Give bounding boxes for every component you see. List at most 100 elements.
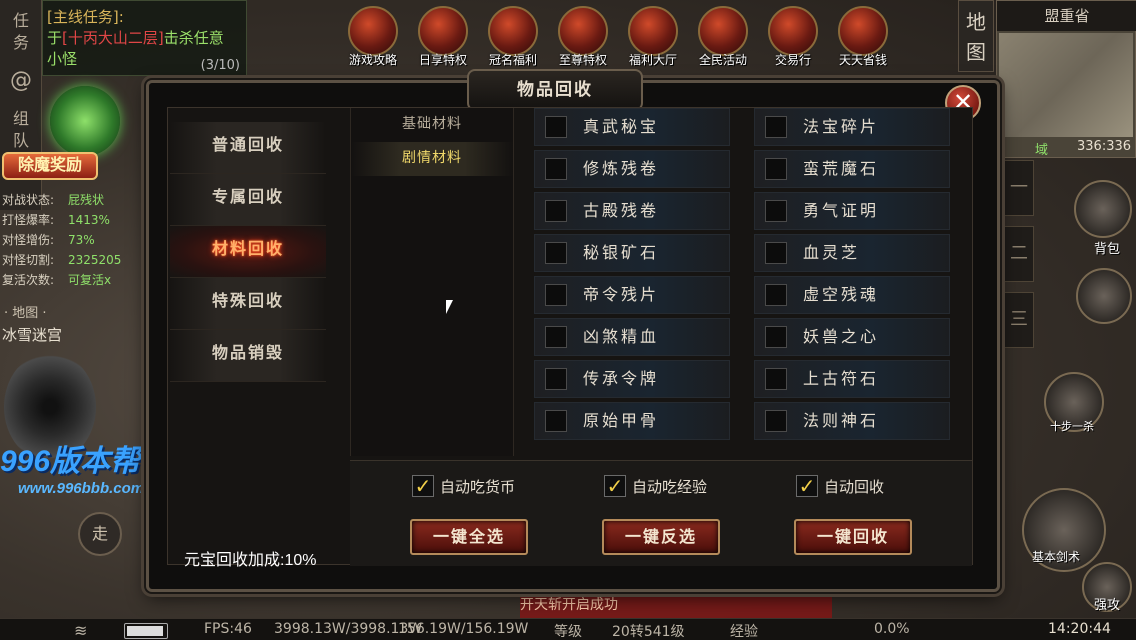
- material-checkbox[interactable]: [765, 368, 787, 390]
- checkbox-auto-currency[interactable]: ✓: [412, 475, 434, 497]
- material-checkbox[interactable]: [765, 410, 787, 432]
- material-item[interactable]: 秘银矿石: [534, 234, 730, 272]
- task-tab[interactable]: 任 务: [2, 4, 40, 60]
- chest-icon: [768, 6, 818, 56]
- reward-button[interactable]: 除魔奖励: [2, 152, 98, 180]
- material-checkbox[interactable]: [765, 158, 787, 180]
- material-checkbox[interactable]: [545, 200, 567, 222]
- side-tab-2[interactable]: 二: [1004, 226, 1034, 282]
- material-item[interactable]: 帝令残片: [534, 276, 730, 314]
- checkbox-auto-exp[interactable]: ✓: [604, 475, 626, 497]
- power-attack-label: 强攻: [1094, 598, 1121, 613]
- quest-location: [十丙大山二层]: [62, 29, 164, 47]
- material-checkbox[interactable]: [545, 284, 567, 306]
- material-sub-tabs: 基础材料 剧情材料: [350, 108, 514, 456]
- material-checkbox[interactable]: [765, 326, 787, 348]
- side-tab-3[interactable]: 三: [1004, 292, 1034, 348]
- feature-title[interactable]: 冠名福利: [480, 6, 546, 70]
- material-item[interactable]: 法宝碎片: [754, 108, 950, 146]
- bag-button[interactable]: 背包: [1074, 180, 1132, 257]
- material-name: 上古符石: [803, 369, 880, 388]
- material-item[interactable]: 修炼残卷: [534, 150, 730, 188]
- category-normal[interactable]: 普通回收: [170, 122, 326, 174]
- clock: 14:20:44: [1048, 621, 1111, 637]
- material-item[interactable]: 传承令牌: [534, 360, 730, 398]
- option-auto-recycle[interactable]: ✓ 自动回收: [796, 475, 884, 497]
- material-item[interactable]: 法则神石: [754, 402, 950, 440]
- material-name: 虚空残魂: [803, 285, 880, 304]
- quest-tracker[interactable]: [主线任务]: 于[十丙大山二层]击杀任意 小怪 (3/10): [42, 0, 247, 76]
- material-item[interactable]: 凶煞精血: [534, 318, 730, 356]
- dialog-title: 物品回收: [467, 69, 643, 111]
- material-item[interactable]: 古殿残卷: [534, 192, 730, 230]
- feature-daily[interactable]: 日享特权: [410, 6, 476, 70]
- material-name: 妖兽之心: [803, 327, 880, 346]
- step-skill-label: 十步一杀: [1050, 420, 1094, 433]
- combat-status: 对战状态: 屁残状 打怪爆率: 1413% 对怪增伤: 73% 对怪切割: 232520…: [2, 190, 162, 290]
- feature-trade[interactable]: 交易行: [760, 6, 826, 70]
- material-checkbox[interactable]: [545, 116, 567, 138]
- minimap-coords: 336:336: [1077, 139, 1132, 154]
- material-checkbox[interactable]: [765, 200, 787, 222]
- walk-button[interactable]: 走: [78, 512, 122, 556]
- sub-tab-basic[interactable]: 基础材料: [351, 108, 513, 142]
- team-tab[interactable]: 组 队: [2, 102, 40, 158]
- material-checkbox[interactable]: [545, 158, 567, 180]
- sub-tab-story[interactable]: 剧情材料: [351, 142, 513, 176]
- material-checkbox[interactable]: [765, 284, 787, 306]
- material-item[interactable]: 血灵芝: [754, 234, 950, 272]
- map-button[interactable]: 地 图: [958, 0, 994, 72]
- reward-orb-icon[interactable]: [50, 86, 120, 156]
- minimap[interactable]: 盟重省 域 336:336: [996, 0, 1136, 158]
- feature-event[interactable]: 全民活动: [690, 6, 756, 70]
- bottom-status-bar: ≋ FPS:46 3998.13W/3998.13W 156.19W/156.1…: [0, 618, 1136, 640]
- feature-vip[interactable]: 至尊特权: [550, 6, 616, 70]
- option-auto-currency[interactable]: ✓ 自动吃货币: [412, 475, 515, 497]
- material-item[interactable]: 妖兽之心: [754, 318, 950, 356]
- minimap-view[interactable]: [999, 33, 1133, 137]
- material-item[interactable]: 上古符石: [754, 360, 950, 398]
- material-item[interactable]: 真武秘宝: [534, 108, 730, 146]
- material-checkbox[interactable]: [765, 242, 787, 264]
- material-name: 法宝碎片: [803, 117, 880, 136]
- option-auto-exp[interactable]: ✓ 自动吃经验: [604, 475, 707, 497]
- feature-save[interactable]: 天天省钱: [830, 6, 896, 70]
- select-all-button[interactable]: 一键全选: [410, 519, 528, 555]
- invert-selection-button[interactable]: 一键反选: [602, 519, 720, 555]
- material-checkbox[interactable]: [545, 242, 567, 264]
- wifi-icon: ≋: [74, 621, 88, 640]
- watermark-brand: 996版本帮: [0, 445, 141, 478]
- minimap-title: 盟重省: [997, 1, 1136, 31]
- recycle-all-button[interactable]: 一键回收: [794, 519, 912, 555]
- category-list: 普通回收 专属回收 材料回收 特殊回收 物品销毁: [170, 122, 326, 382]
- material-item[interactable]: 蛮荒魔石: [754, 150, 950, 188]
- basic-sword-skill-button[interactable]: 基本剑术: [1022, 488, 1106, 572]
- dpad-icon[interactable]: [1076, 268, 1132, 324]
- option-label: 自动吃货币: [440, 477, 516, 496]
- map-name: 冰雪迷宫: [2, 326, 63, 344]
- watermark: 996版本帮 www.996bbb.com: [0, 436, 144, 497]
- material-checkbox[interactable]: [765, 116, 787, 138]
- material-item[interactable]: 原始甲骨: [534, 402, 730, 440]
- category-destroy[interactable]: 物品销毁: [170, 330, 326, 382]
- mouse-cursor-icon: [446, 300, 453, 314]
- category-material[interactable]: 材料回收: [170, 226, 326, 278]
- material-checkbox[interactable]: [545, 368, 567, 390]
- power-attack-button[interactable]: 强攻: [1082, 562, 1132, 613]
- quest-progress: (3/10): [200, 58, 240, 73]
- material-checkbox[interactable]: [545, 326, 567, 348]
- material-checkbox[interactable]: [545, 410, 567, 432]
- checkbox-auto-recycle[interactable]: ✓: [796, 475, 818, 497]
- material-item[interactable]: 勇气证明: [754, 192, 950, 230]
- recycle-controls: ✓ 自动吃货币 ✓ 自动吃经验 ✓ 自动回收 一键全选 一键反选 一键回收: [350, 460, 972, 566]
- material-item[interactable]: 虚空残魂: [754, 276, 950, 314]
- swirl-icon[interactable]: @: [2, 64, 40, 98]
- category-exclusive[interactable]: 专属回收: [170, 174, 326, 226]
- material-name: 秘银矿石: [583, 243, 660, 262]
- helmet-icon: [558, 6, 608, 56]
- step-skill-button[interactable]: 十步一杀: [1044, 372, 1104, 433]
- category-special[interactable]: 特殊回收: [170, 278, 326, 330]
- side-tab-1[interactable]: 一: [1004, 160, 1034, 216]
- feature-guide[interactable]: 游戏攻略: [340, 6, 406, 70]
- feature-welfare[interactable]: 福利大厅: [620, 6, 686, 70]
